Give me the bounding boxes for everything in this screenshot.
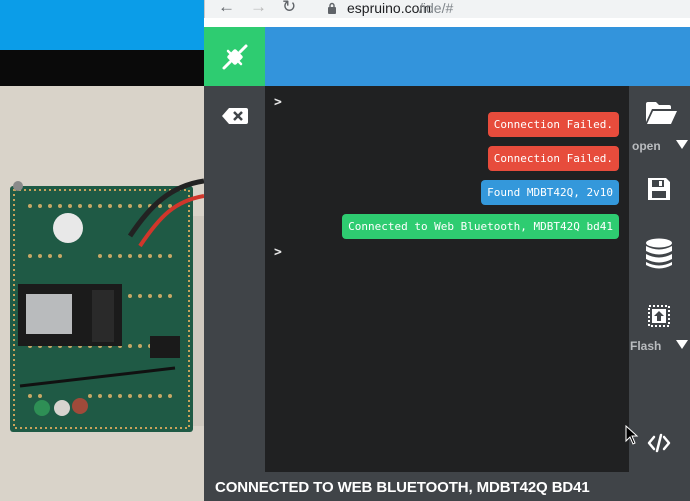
flash-label[interactable]: Flash (630, 339, 661, 353)
terminal-message-error: Connection Failed. (487, 146, 619, 171)
status-text: CONNECTED TO WEB BLUETOOTH, MDBT42Q BD41 (215, 479, 590, 496)
code-icon[interactable] (647, 432, 671, 454)
background-window-bar (0, 50, 204, 86)
background-window-header (0, 0, 204, 50)
back-arrow-icon[interactable]: ← (218, 0, 235, 16)
floppy-disk-icon[interactable] (646, 176, 672, 202)
connect-button[interactable] (204, 27, 265, 86)
lock-icon (328, 2, 336, 14)
url-path[interactable]: /ide/# (419, 0, 453, 16)
ide-topbar (204, 27, 690, 86)
left-toolbar (204, 86, 265, 501)
terminal-message-info: Found MDBT42Q, 2v10 (481, 180, 619, 205)
terminal-prompt: > (274, 245, 282, 260)
open-label[interactable]: open (632, 139, 661, 153)
open-dropdown-arrow-icon[interactable] (676, 140, 688, 149)
terminal-message-success: Connected to Web Bluetooth, MDBT42Q bd41 (342, 214, 619, 239)
terminal[interactable] (265, 86, 629, 472)
terminal-message-error: Connection Failed. (487, 112, 619, 137)
backspace-icon[interactable] (221, 107, 249, 125)
database-icon[interactable] (645, 238, 673, 270)
plug-connected-icon (222, 44, 247, 69)
reload-icon[interactable]: ↻ (282, 0, 296, 16)
folder-open-icon[interactable] (645, 101, 678, 125)
flash-dropdown-arrow-icon[interactable] (676, 340, 688, 349)
terminal-prompt: > (274, 95, 282, 110)
upload-chip-icon[interactable] (646, 303, 672, 329)
forward-arrow-icon[interactable]: → (250, 0, 267, 16)
mouse-pointer-icon (625, 425, 639, 445)
device-photo (0, 86, 204, 501)
